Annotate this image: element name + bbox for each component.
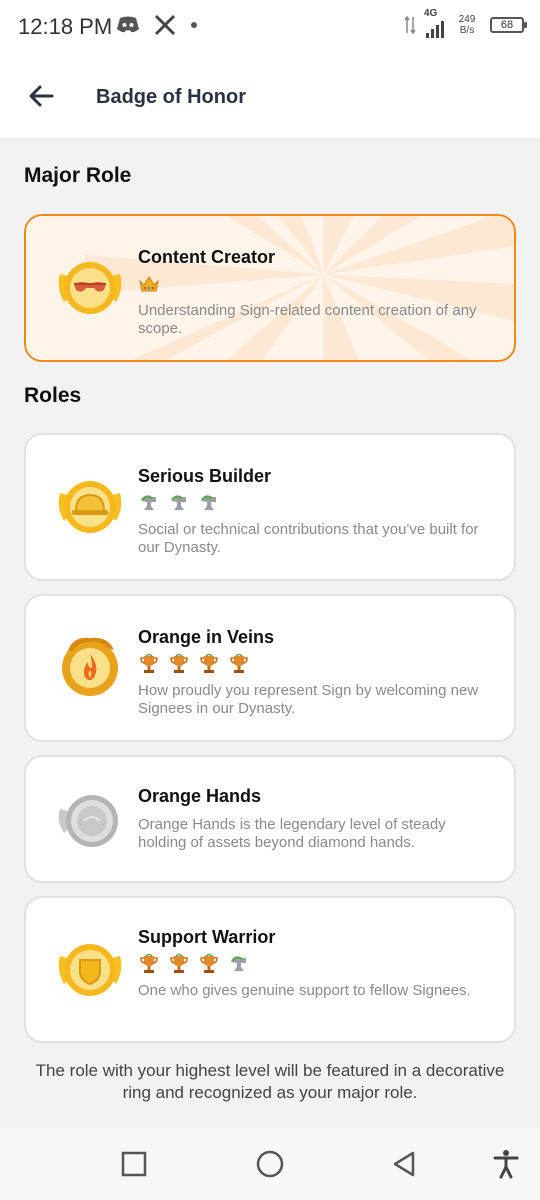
level-icons <box>138 491 488 515</box>
signal-icon <box>426 18 444 38</box>
accessibility-icon <box>493 1150 519 1179</box>
card-title: Serious Builder <box>138 466 272 486</box>
level-icons <box>138 272 488 296</box>
anvil-icon <box>231 956 246 971</box>
footer-note: The role with your highest level will be… <box>35 1061 505 1102</box>
arrow-left-icon <box>29 85 54 107</box>
network-speed: 249 B/s <box>454 14 480 36</box>
trophy-icon <box>140 953 158 973</box>
app-bar: Badge of Honor <box>0 56 540 138</box>
recents-button[interactable] <box>118 1148 150 1180</box>
dragon-flame-badge-icon <box>62 637 118 696</box>
cell-signal: 4G <box>424 8 444 38</box>
trophy-icon <box>200 653 218 673</box>
card-description: Social or technical contributions that y… <box>138 521 479 556</box>
role-card-orange-in-veins[interactable]: Orange in Veins How proudly you represen… <box>24 594 516 742</box>
accessibility-button[interactable] <box>490 1148 522 1180</box>
network-type: 4G <box>424 8 438 19</box>
trophy-icon <box>140 653 158 673</box>
anvil-icon <box>201 495 216 510</box>
role-content: Support Warrior One who gives genuine su… <box>138 926 488 1000</box>
speed-value: 249 <box>458 14 476 25</box>
role-card-support-warrior[interactable]: Support Warrior One who gives genuine su… <box>24 896 516 1043</box>
status-bar: 12:18 PM 4G 249 B/s 68 <box>0 0 540 56</box>
shield-badge-icon <box>58 944 122 996</box>
roles-heading: Roles <box>24 384 82 407</box>
system-back-button[interactable] <box>388 1148 420 1180</box>
card-title: Content Creator <box>138 247 276 267</box>
role-content: Orange in Veins How proudly you represen… <box>138 626 488 718</box>
speed-unit: B/s <box>459 25 475 36</box>
trophy-icon <box>230 653 248 673</box>
trophy-icon <box>170 653 188 673</box>
home-circle-icon <box>256 1150 284 1178</box>
level-icons <box>138 652 488 676</box>
anvil-icon <box>141 495 156 510</box>
card-title: Support Warrior <box>138 927 276 947</box>
status-notification-icons <box>116 14 198 36</box>
recents-square-icon <box>121 1151 147 1177</box>
sunglasses-badge-icon <box>58 262 122 314</box>
role-content: Serious Builder Social or technical cont… <box>138 465 488 557</box>
card-description: How proudly you represent Sign by welcom… <box>138 682 479 717</box>
home-button[interactable] <box>254 1148 286 1180</box>
x-icon <box>154 14 176 36</box>
card-description: One who gives genuine support to fellow … <box>138 982 471 999</box>
data-arrows-icon <box>404 15 416 35</box>
silver-coin-badge-icon <box>58 795 118 847</box>
discord-icon <box>117 16 139 33</box>
trophy-icon <box>200 953 218 973</box>
status-system-icons: 4G 249 B/s 68 <box>404 8 527 38</box>
system-nav-bar <box>0 1128 540 1200</box>
dot-icon <box>191 22 197 28</box>
back-triangle-icon <box>393 1151 415 1177</box>
role-card-orange-hands[interactable]: Orange Hands Orange Hands is the legenda… <box>24 755 516 883</box>
hardhat-badge-icon <box>58 481 122 533</box>
anvil-icon <box>171 495 186 510</box>
major-role-card[interactable]: Content Creator Understanding Sign-relat… <box>24 214 516 362</box>
status-time: 12:18 PM <box>18 14 113 39</box>
page-title: Badge of Honor <box>96 86 246 108</box>
role-content: Orange Hands Orange Hands is the legenda… <box>138 785 488 852</box>
role-card-serious-builder[interactable]: Serious Builder Social or technical cont… <box>24 433 516 581</box>
level-icons <box>138 952 488 976</box>
trophy-icon <box>170 953 188 973</box>
card-title: Orange in Veins <box>138 627 275 647</box>
card-description: Understanding Sign-related content creat… <box>138 302 477 337</box>
crown-icon <box>139 276 159 292</box>
major-role-content: Content Creator Understanding Sign-relat… <box>138 246 488 338</box>
major-role-heading: Major Role <box>24 164 132 187</box>
card-title: Orange Hands <box>138 786 262 806</box>
back-button[interactable] <box>22 76 62 116</box>
card-description: Orange Hands is the legendary level of s… <box>138 816 446 851</box>
battery-icon: 68 <box>490 17 527 33</box>
